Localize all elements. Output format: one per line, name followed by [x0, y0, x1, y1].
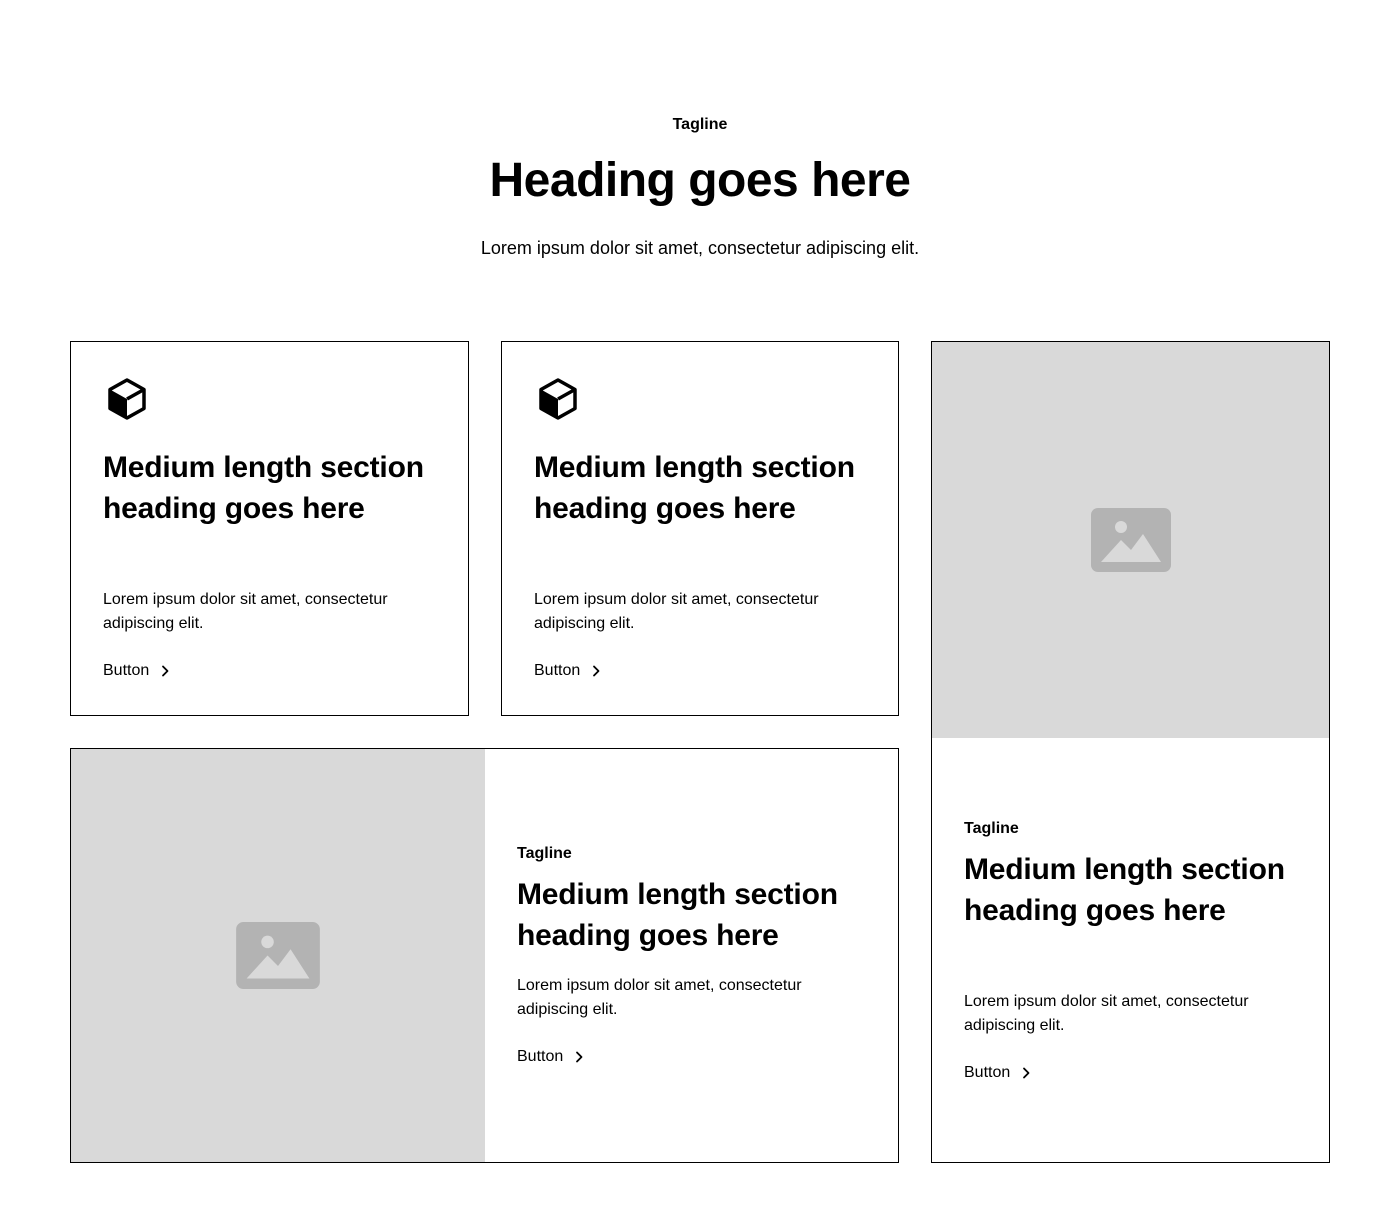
button-label: Button	[517, 1048, 564, 1065]
hero-description: Lorem ipsum dolor sit amet, consectetur …	[480, 238, 920, 258]
button-label: Button	[103, 662, 150, 679]
card-description: Lorem ipsum dolor sit amet, consectetur …	[103, 591, 388, 632]
hero-heading: Heading goes here	[489, 154, 911, 207]
button-label: Button	[534, 662, 581, 679]
feature-card-1: Medium length section heading goes here …	[70, 341, 469, 716]
card-description: Lorem ipsum dolor sit amet, consectetur …	[517, 977, 802, 1018]
button-label: Button	[964, 1064, 1011, 1081]
feature-card-2: Medium length section heading goes here …	[501, 341, 899, 716]
card-link-button[interactable]: Button	[964, 1062, 1032, 1084]
card-tagline: Tagline	[964, 820, 1019, 837]
feature-card-3: Tagline Medium length section heading go…	[931, 341, 1330, 1163]
card-heading: Medium length section heading goes here	[534, 451, 855, 525]
card-heading: Medium length section heading goes here	[964, 853, 1285, 927]
image-placeholder-icon	[1090, 508, 1171, 572]
chevron-right-icon	[1023, 1067, 1030, 1079]
card-link-button[interactable]: Button	[103, 660, 171, 682]
cube-icon	[539, 378, 577, 420]
chevron-right-icon	[162, 665, 169, 677]
cube-icon	[108, 378, 146, 420]
image-placeholder	[71, 749, 485, 1162]
chevron-right-icon	[576, 1051, 583, 1063]
feature-card-4: Tagline Medium length section heading go…	[70, 748, 899, 1163]
image-placeholder-icon	[236, 922, 320, 989]
card-heading: Medium length section heading goes here	[517, 878, 838, 952]
card-description: Lorem ipsum dolor sit amet, consectetur …	[534, 591, 819, 632]
card-link-button[interactable]: Button	[534, 660, 602, 682]
hero-tagline: Tagline	[672, 116, 728, 133]
card-heading: Medium length section heading goes here	[103, 451, 424, 525]
card-tagline: Tagline	[517, 845, 572, 862]
image-placeholder	[932, 342, 1329, 738]
card-link-button[interactable]: Button	[517, 1046, 585, 1068]
chevron-right-icon	[593, 665, 600, 677]
card-description: Lorem ipsum dolor sit amet, consectetur …	[964, 993, 1249, 1034]
